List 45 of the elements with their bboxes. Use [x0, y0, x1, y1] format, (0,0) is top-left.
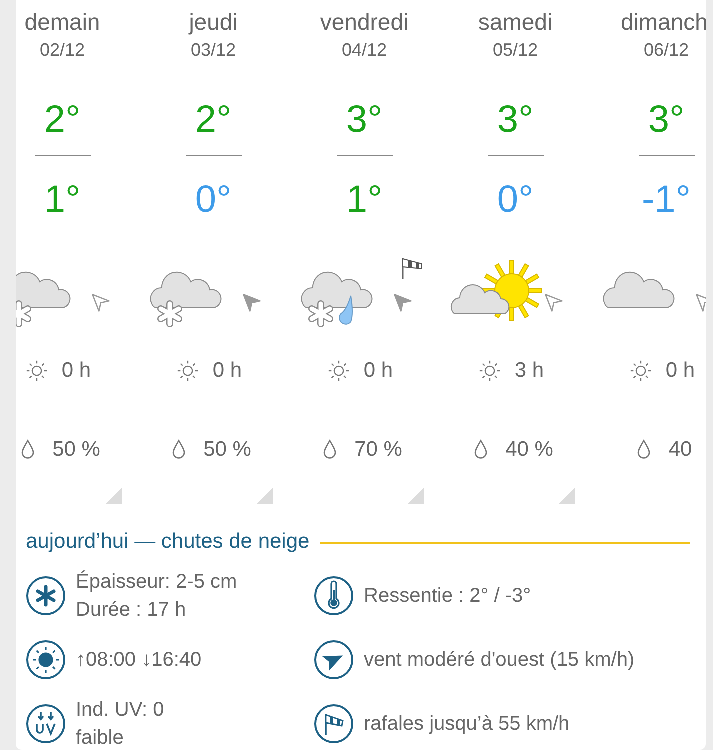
detail-text: Ressentie : 2° / -3°: [364, 584, 532, 609]
precipitation-chance: 40 %: [506, 438, 554, 462]
high-temperature: 3°: [648, 98, 685, 142]
detail-text: Ind. UV: 0 faible: [76, 698, 164, 750]
detail-text: ↑08:00 ↓16:40: [76, 648, 202, 673]
expand-corner-icon[interactable]: [106, 488, 122, 504]
day-name: demain: [24, 8, 100, 37]
sun-icon: [176, 359, 199, 383]
day-name: vendredi: [320, 8, 409, 37]
high-temperature: 2°: [195, 98, 232, 142]
expand-corner-icon[interactable]: [408, 488, 424, 504]
high-temperature: 3°: [346, 98, 383, 142]
precipitation-chance: 50 %: [204, 438, 252, 462]
day-name: jeudi: [189, 8, 238, 37]
precipitation-chance: 40: [668, 438, 692, 462]
sunshine-hours: 0 h: [62, 359, 92, 383]
section-title: aujourd’hui — chutes de neige: [26, 530, 310, 554]
day-date: 05/12: [492, 39, 538, 62]
high-temperature: 2°: [44, 98, 81, 142]
low-temperature: -1°: [642, 178, 691, 222]
day-date: 04/12: [342, 39, 388, 62]
low-temperature: 0°: [195, 178, 232, 222]
sunshine-hours: 0 h: [666, 359, 696, 383]
high-temperature: 3°: [497, 98, 534, 142]
detail-text: rafales jusqu’à 55 km/h: [364, 712, 570, 737]
sun-icon: [26, 359, 48, 383]
sunshine-hours: 3 h: [514, 359, 544, 383]
day-date: 03/12: [190, 39, 236, 62]
sun-icon: [478, 359, 501, 383]
day-date: 06/12: [644, 39, 690, 62]
sun-icon: [328, 359, 350, 383]
day-name: samedi: [478, 8, 553, 37]
expand-corner-icon[interactable]: [559, 488, 575, 504]
low-temperature: 1°: [346, 178, 383, 222]
precipitation-chance: 70 %: [354, 438, 402, 462]
day-date: 02/12: [40, 39, 86, 62]
expand-corner-icon[interactable]: [257, 488, 273, 504]
detail-text: vent modéré d'ouest (15 km/h): [364, 648, 635, 673]
precipitation-chance: 50 %: [52, 438, 100, 462]
low-temperature: 1°: [44, 178, 81, 222]
sun-icon: [630, 359, 652, 383]
low-temperature: 0°: [497, 178, 534, 222]
sunshine-hours: 0 h: [364, 359, 394, 383]
detail-text: Épaisseur: 2-5 cm Durée : 17 h: [76, 570, 238, 623]
sunshine-hours: 0 h: [212, 359, 242, 383]
